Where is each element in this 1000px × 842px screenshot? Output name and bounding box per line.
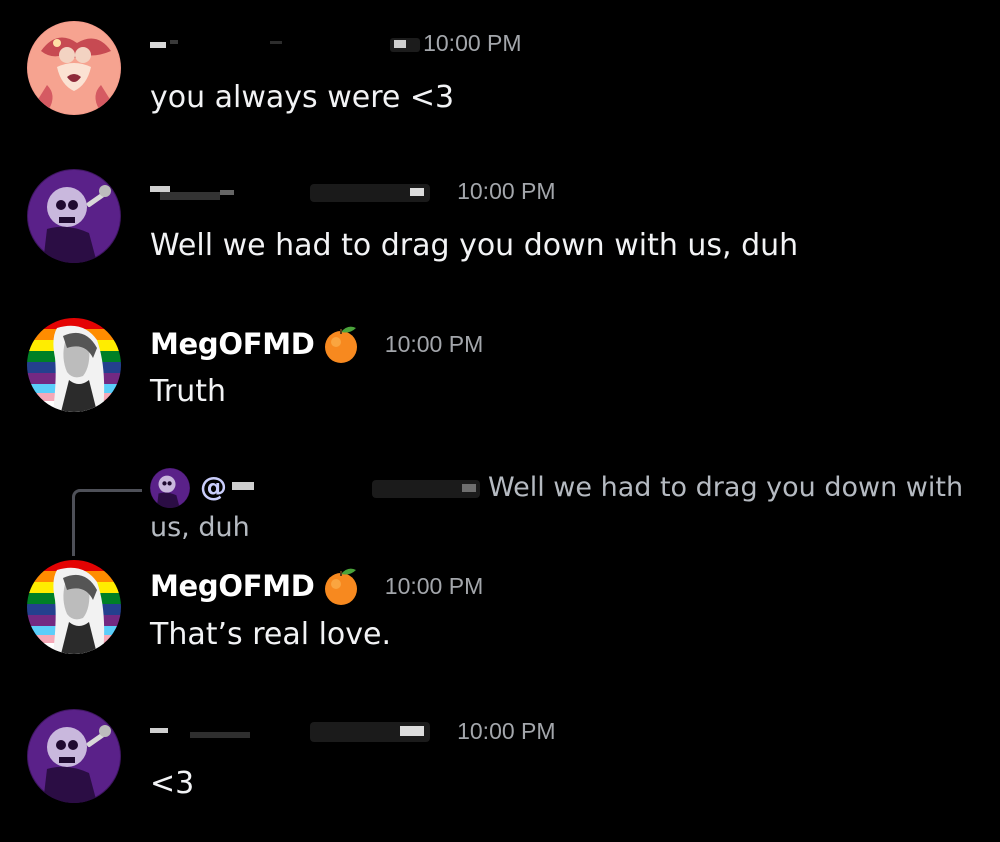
pride-flag-portrait-avatar-icon [27,318,121,412]
message-header: MegOFMD 10:00 PM [150,324,483,368]
pride-flag-portrait-avatar-icon [27,560,121,654]
reply-spine-connector [72,516,75,556]
reply-mention[interactable]: @ [200,472,227,503]
purple-skull-singer-avatar-icon [27,169,121,263]
avatar-purple-singer[interactable] [27,169,121,263]
chat-message-list: 10:00 PM you always were <3 10:00 PM Wel… [0,0,1000,842]
avatar-pink-character[interactable] [27,21,121,115]
message-username[interactable]: MegOFMD [150,327,315,361]
avatar-purple-singer[interactable] [27,709,121,803]
redacted-username [150,716,432,746]
message-header: 10:00 PM [150,28,522,72]
avatar-pride-portrait[interactable] [27,560,121,654]
message-timestamp: 10:00 PM [457,717,556,744]
redacted-username [150,176,432,206]
message-text: Truth [150,374,227,409]
redacted-mention-name [232,474,484,506]
avatar-pride-portrait[interactable] [27,318,121,412]
reply-preview[interactable]: @ Well we had to drag you down with us, … [0,466,1000,556]
pink-character-avatar-icon [27,21,121,115]
message-text: That’s real love. [150,617,392,652]
redacted-username [150,28,426,58]
message-text: Well we had to drag you down with us, du… [150,228,799,263]
message-text: <3 [150,766,195,801]
reply-text: Well we had to drag you down with [488,472,964,503]
orange-icon [322,324,360,364]
reply-text-continued: us, duh [150,512,250,543]
message-timestamp: 10:00 PM [384,572,484,599]
message-header: 10:00 PM [150,176,556,220]
message-timestamp: 10:00 PM [457,177,556,204]
purple-skull-singer-avatar-icon [27,709,121,803]
orange-icon [322,566,360,606]
message-header: 10:00 PM [150,716,556,760]
message-username[interactable]: MegOFMD [150,569,315,603]
message-header: MegOFMD 10:00 PM [150,566,483,610]
reply-avatar [150,468,190,508]
message-text: you always were <3 [150,80,455,115]
message-timestamp: 10:00 PM [384,330,484,357]
message-timestamp: 10:00 PM [423,29,522,56]
purple-skull-singer-avatar-icon [150,468,190,508]
reply-spine [72,489,142,519]
